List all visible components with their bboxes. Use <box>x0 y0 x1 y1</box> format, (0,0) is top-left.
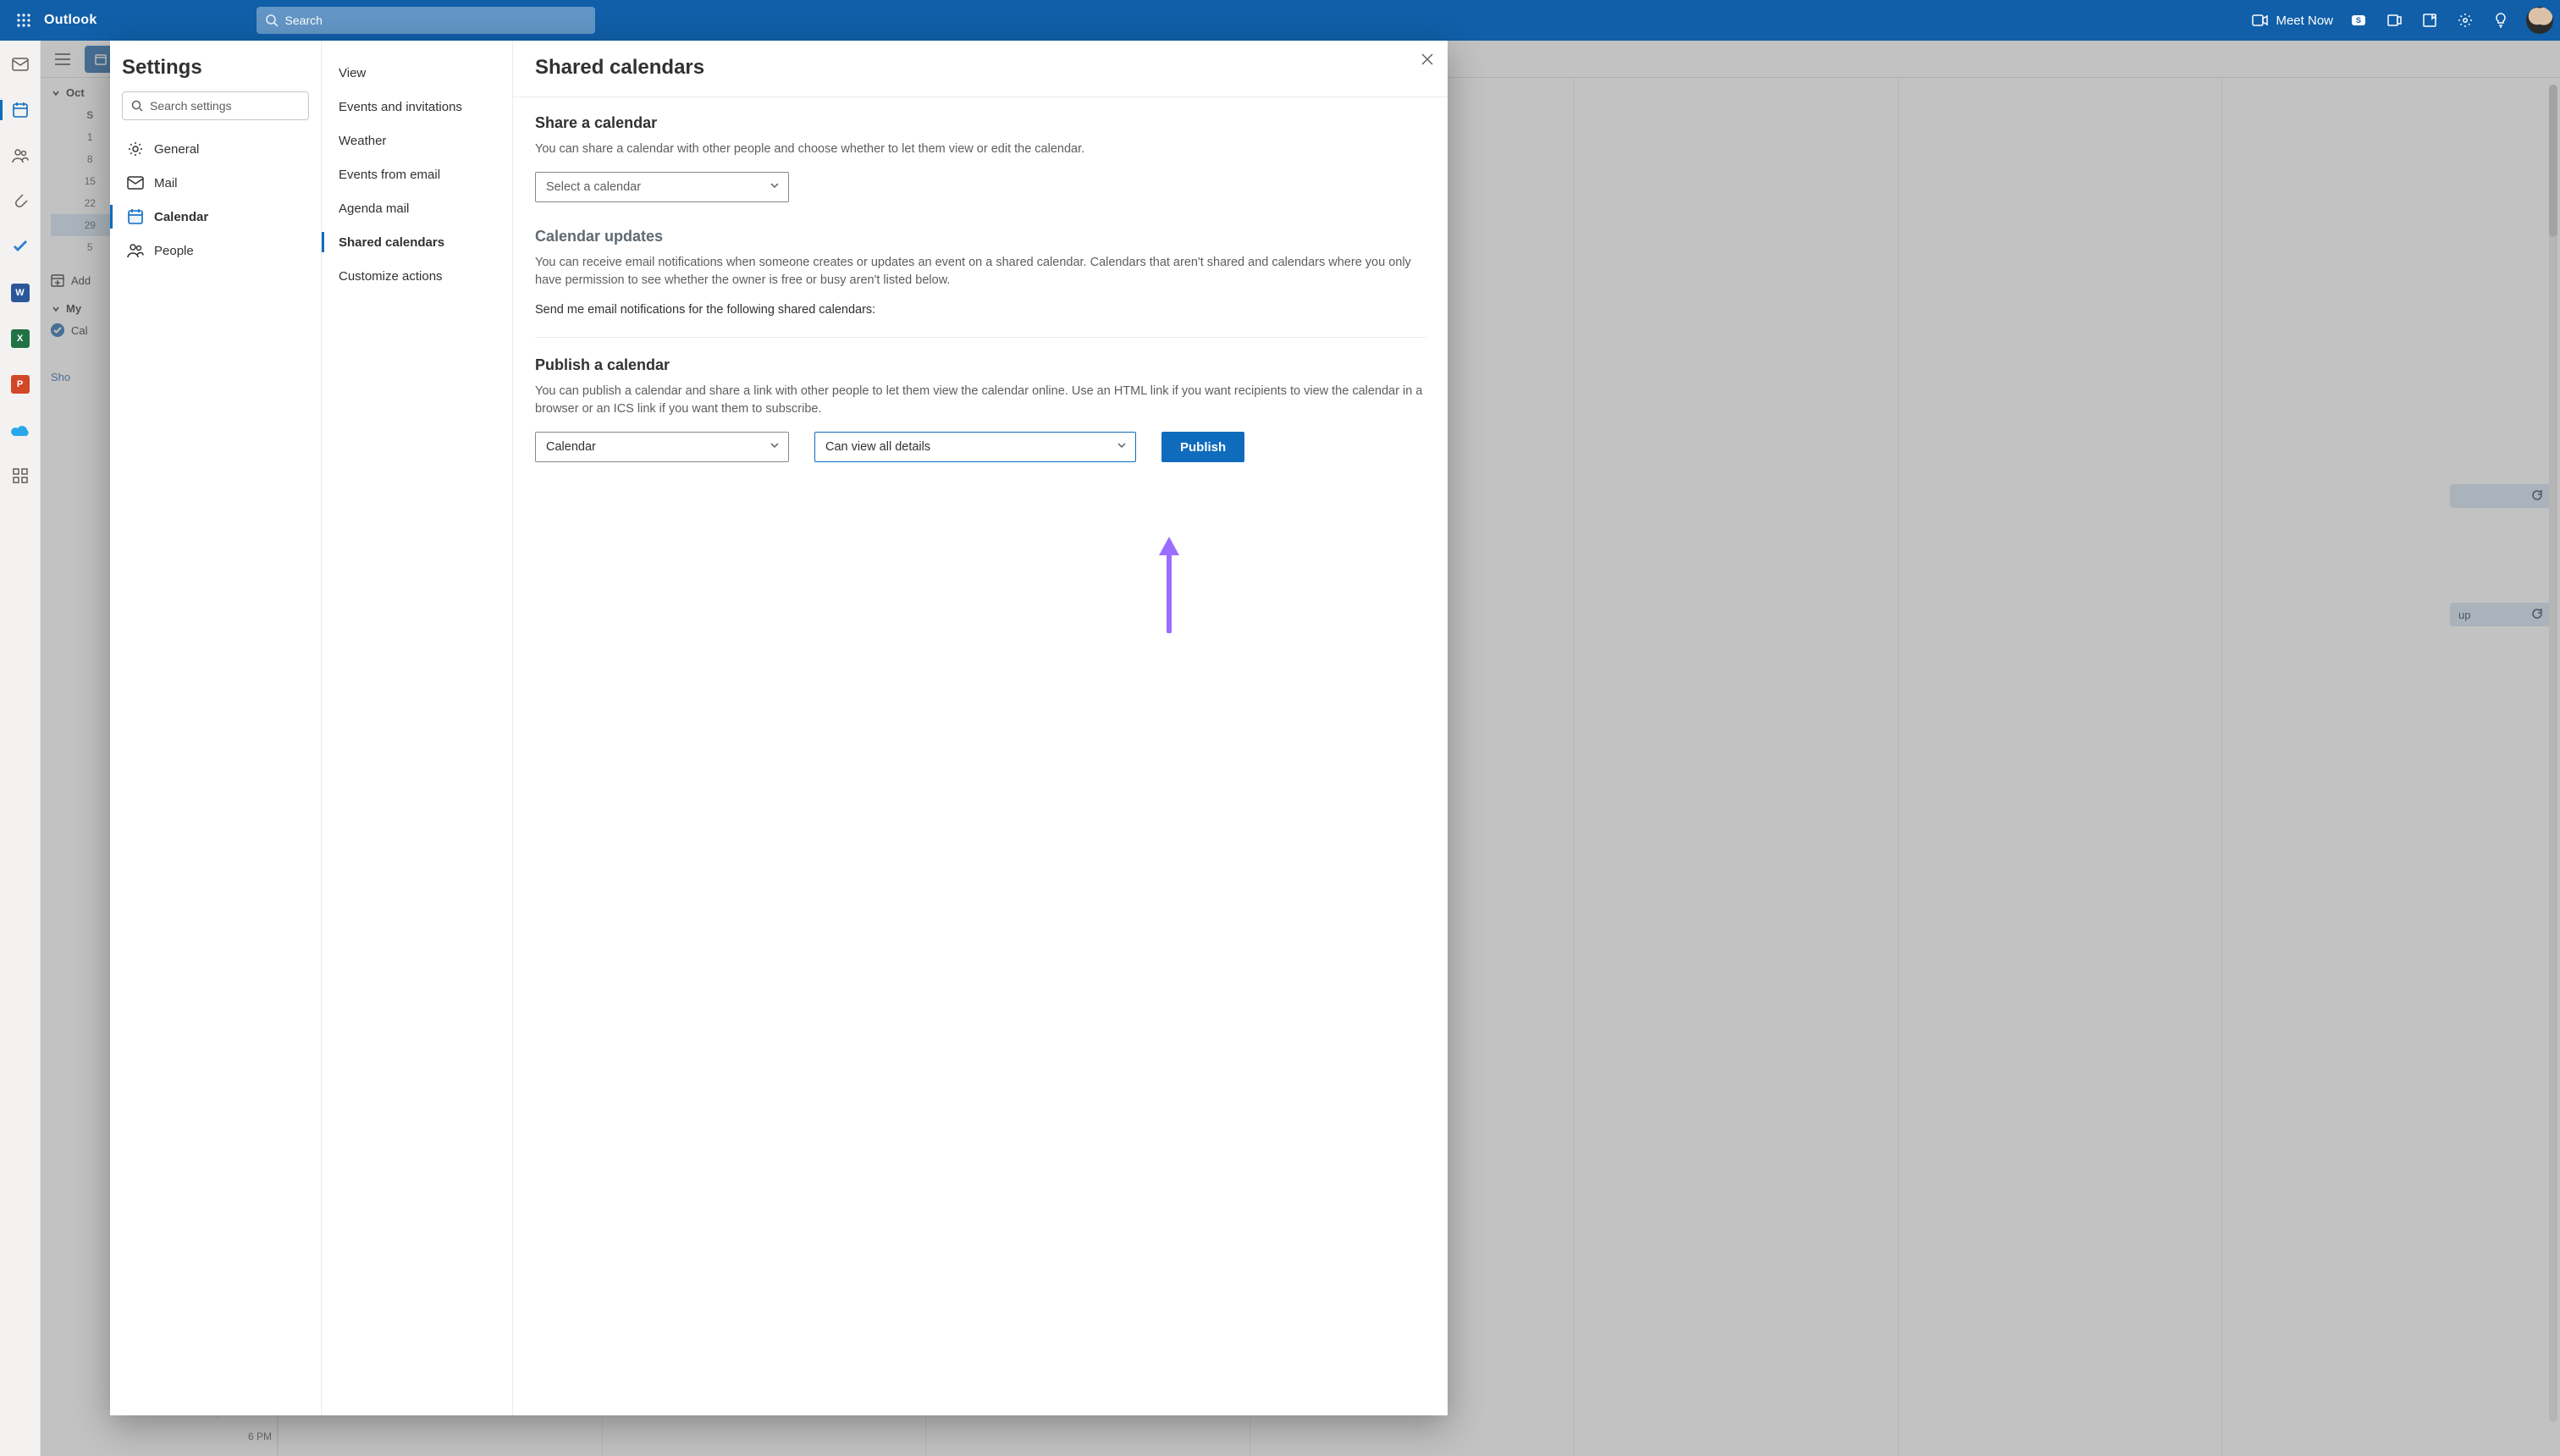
updates-description: You can receive email notifications when… <box>535 254 1426 290</box>
rail-todo-icon[interactable] <box>7 234 34 261</box>
publish-button-label: Publish <box>1180 440 1226 455</box>
settings-nav-calendar[interactable]: Calendar <box>122 200 309 234</box>
rail-more-apps-icon[interactable] <box>7 462 34 489</box>
subnav-shared-calendars[interactable]: Shared calendars <box>334 225 504 259</box>
search-placeholder: Search <box>285 14 323 27</box>
brand-label: Outlook <box>44 13 97 28</box>
meet-now-label: Meet Now <box>2276 14 2333 28</box>
settings-nav-mail[interactable]: Mail <box>122 166 309 200</box>
subnav-customize-actions[interactable]: Customize actions <box>334 259 504 293</box>
skype-icon[interactable]: S <box>2348 10 2369 30</box>
settings-title: Settings <box>122 56 309 80</box>
publish-calendar-select[interactable]: Calendar <box>535 432 789 462</box>
chevron-down-icon <box>1117 440 1127 454</box>
teams-icon[interactable] <box>2384 10 2404 30</box>
app-launcher-icon[interactable] <box>7 3 41 37</box>
page-title: Shared calendars <box>535 56 1426 80</box>
select-value: Calendar <box>546 440 596 454</box>
subnav-label: Events and invitations <box>339 100 462 114</box>
select-value: Can view all details <box>825 440 930 454</box>
rail-calendar-icon[interactable] <box>7 97 34 124</box>
svg-text:S: S <box>2356 16 2361 25</box>
rail-excel-icon[interactable]: X <box>7 325 34 352</box>
settings-nav-label: General <box>154 142 199 157</box>
share-description: You can share a calendar with other peop… <box>535 141 1426 158</box>
settings-content: Shared calendars Share a calendar You ca… <box>513 41 1448 1415</box>
chevron-down-icon <box>770 440 780 454</box>
updates-heading: Calendar updates <box>535 228 1426 245</box>
subnav-weather[interactable]: Weather <box>334 124 504 157</box>
settings-search[interactable]: Search settings <box>122 91 309 120</box>
subnav-events-from-email[interactable]: Events from email <box>334 157 504 191</box>
close-button[interactable] <box>1421 52 1434 70</box>
avatar[interactable] <box>2526 7 2553 34</box>
global-search[interactable]: Search <box>257 7 595 34</box>
settings-modal: Settings Search settings General Mail Ca… <box>110 41 1448 1415</box>
app-header: Outlook Search Meet Now S <box>0 0 2560 41</box>
rail-powerpoint-icon[interactable]: P <box>7 371 34 398</box>
publish-heading: Publish a calendar <box>535 356 1426 374</box>
settings-nav-people[interactable]: People <box>122 234 309 267</box>
settings-search-placeholder: Search settings <box>150 99 232 113</box>
subnav-label: Shared calendars <box>339 235 444 250</box>
notes-icon[interactable] <box>2419 10 2440 30</box>
chevron-down-icon <box>770 180 780 194</box>
select-placeholder: Select a calendar <box>546 180 641 194</box>
subnav-view[interactable]: View <box>334 56 504 90</box>
settings-nav-general[interactable]: General <box>122 132 309 166</box>
rail-word-icon[interactable]: W <box>7 279 34 306</box>
subnav-label: Customize actions <box>339 269 443 284</box>
rail-onedrive-icon[interactable] <box>7 416 34 444</box>
lightbulb-icon[interactable] <box>2491 10 2511 30</box>
settings-nav-label: Calendar <box>154 210 208 224</box>
publish-permission-select[interactable]: Can view all details <box>814 432 1136 462</box>
subnav-events-invitations[interactable]: Events and invitations <box>334 90 504 124</box>
subnav-agenda-mail[interactable]: Agenda mail <box>334 191 504 225</box>
left-rail: W X P <box>0 41 41 1456</box>
meet-now-button[interactable]: Meet Now <box>2252 14 2333 28</box>
settings-nav-label: Mail <box>154 176 178 190</box>
settings-subnav: View Events and invitations Weather Even… <box>322 41 513 1415</box>
divider <box>535 337 1426 338</box>
subnav-label: Weather <box>339 134 386 148</box>
gear-icon[interactable] <box>2455 10 2475 30</box>
share-heading: Share a calendar <box>535 114 1426 132</box>
updates-description-2: Send me email notifications for the foll… <box>535 303 1426 317</box>
rail-mail-icon[interactable] <box>7 51 34 78</box>
subnav-label: Agenda mail <box>339 201 409 216</box>
publish-button[interactable]: Publish <box>1161 432 1244 462</box>
share-calendar-select[interactable]: Select a calendar <box>535 172 789 202</box>
rail-files-icon[interactable] <box>7 188 34 215</box>
settings-sidebar: Settings Search settings General Mail Ca… <box>110 41 322 1415</box>
rail-people-icon[interactable] <box>7 142 34 169</box>
annotation-arrow-icon <box>1152 532 1186 633</box>
subnav-label: Events from email <box>339 168 440 182</box>
subnav-label: View <box>339 66 366 80</box>
settings-nav-label: People <box>154 244 194 258</box>
publish-description: You can publish a calendar and share a l… <box>535 383 1426 418</box>
